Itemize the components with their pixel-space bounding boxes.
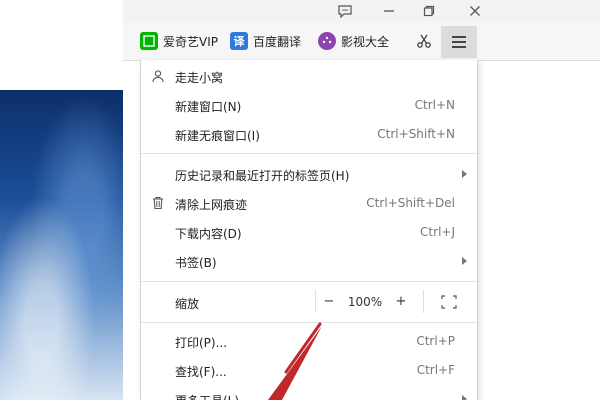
menu-item-label: 查找(F)...: [175, 365, 227, 379]
bookmark-movies[interactable]: 影视大全: [318, 30, 389, 52]
bookmark-baidu-translate[interactable]: 译 百度翻译: [230, 30, 301, 52]
bookmark-label: 百度翻译: [253, 34, 302, 49]
title-bar: [123, 0, 600, 22]
menu-item-new-window[interactable]: 新建窗口(N) Ctrl+N: [141, 91, 477, 120]
menu-item-user[interactable]: 走走小窝: [141, 62, 477, 91]
close-icon[interactable]: [457, 0, 493, 22]
menu-separator: [141, 322, 477, 323]
menu-item-label: 打印(P)...: [175, 336, 228, 350]
bookmark-iqiyi[interactable]: 爱奇艺VIP: [140, 30, 218, 52]
menu-item-label: 清除上网痕迹: [175, 198, 248, 212]
menu-item-shortcut: Ctrl+F: [416, 363, 455, 377]
zoom-row: 缩放 − 100% +: [141, 286, 477, 317]
translate-icon: 译: [230, 32, 248, 50]
menu-item-label: 书签(B): [175, 256, 217, 270]
menu-item-label: 新建无痕窗口(I): [175, 129, 260, 143]
menu-item-shortcut: Ctrl+Shift+Del: [366, 196, 455, 210]
scissors-icon[interactable]: [413, 30, 435, 52]
desktop-background-top: [0, 0, 123, 90]
menu-item-find[interactable]: 查找(F)... Ctrl+F: [141, 356, 477, 385]
menu-item-shortcut: Ctrl+J: [420, 225, 455, 239]
menu-item-downloads[interactable]: 下载内容(D) Ctrl+J: [141, 218, 477, 247]
fullscreen-icon[interactable]: [433, 286, 465, 317]
submenu-arrow-icon: [462, 170, 467, 178]
trash-icon: [151, 196, 165, 210]
menu-item-label: 历史记录和最近打开的标签页(H): [175, 169, 350, 183]
menu-item-label: 更多工具(L): [175, 392, 239, 400]
menu-item-bookmarks[interactable]: 书签(B): [141, 247, 477, 276]
restore-icon[interactable]: [411, 0, 447, 22]
menu-separator: [141, 153, 477, 154]
hamburger-menu-icon: [452, 33, 466, 51]
menu-item-more-tools[interactable]: 更多工具(L): [141, 385, 477, 400]
submenu-arrow-icon: [462, 395, 467, 400]
bookmark-label: 影视大全: [341, 34, 390, 49]
user-icon: [151, 69, 165, 83]
menu-item-shortcut: Ctrl+N: [414, 98, 455, 112]
menu-item-label: 走走小窝: [175, 71, 224, 85]
zoom-out-button[interactable]: −: [316, 286, 342, 317]
bookmark-label: 爱奇艺VIP: [163, 34, 218, 49]
zoom-value: 100%: [347, 294, 383, 309]
menu-separator: [141, 281, 477, 282]
menu-item-print[interactable]: 打印(P)... Ctrl+P: [141, 327, 477, 356]
film-reel-icon: [318, 32, 336, 50]
feedback-icon[interactable]: [327, 0, 363, 22]
zoom-label: 缩放: [175, 297, 200, 311]
menu-item-shortcut: Ctrl+P: [416, 334, 455, 348]
menu-item-clear-data[interactable]: 清除上网痕迹 Ctrl+Shift+Del: [141, 189, 477, 218]
iqiyi-icon: [140, 32, 158, 50]
zoom-in-button[interactable]: +: [388, 286, 414, 317]
zoom-divider: [423, 290, 424, 313]
menu-item-new-incognito[interactable]: 新建无痕窗口(I) Ctrl+Shift+N: [141, 120, 477, 149]
main-menu-button[interactable]: [441, 26, 477, 58]
main-menu-dropdown: 走走小窝 新建窗口(N) Ctrl+N 新建无痕窗口(I) Ctrl+Shift…: [140, 60, 478, 400]
minimize-icon[interactable]: [371, 0, 407, 22]
menu-item-label: 下载内容(D): [175, 227, 242, 241]
browser-page-wallpaper: [0, 90, 140, 400]
submenu-arrow-icon: [462, 257, 467, 265]
menu-item-shortcut: Ctrl+Shift+N: [377, 127, 455, 141]
bookmark-toolbar: 爱奇艺VIP 译 百度翻译 影视大全: [123, 22, 600, 61]
menu-item-label: 新建窗口(N): [175, 100, 242, 114]
menu-item-history[interactable]: 历史记录和最近打开的标签页(H): [141, 160, 477, 189]
